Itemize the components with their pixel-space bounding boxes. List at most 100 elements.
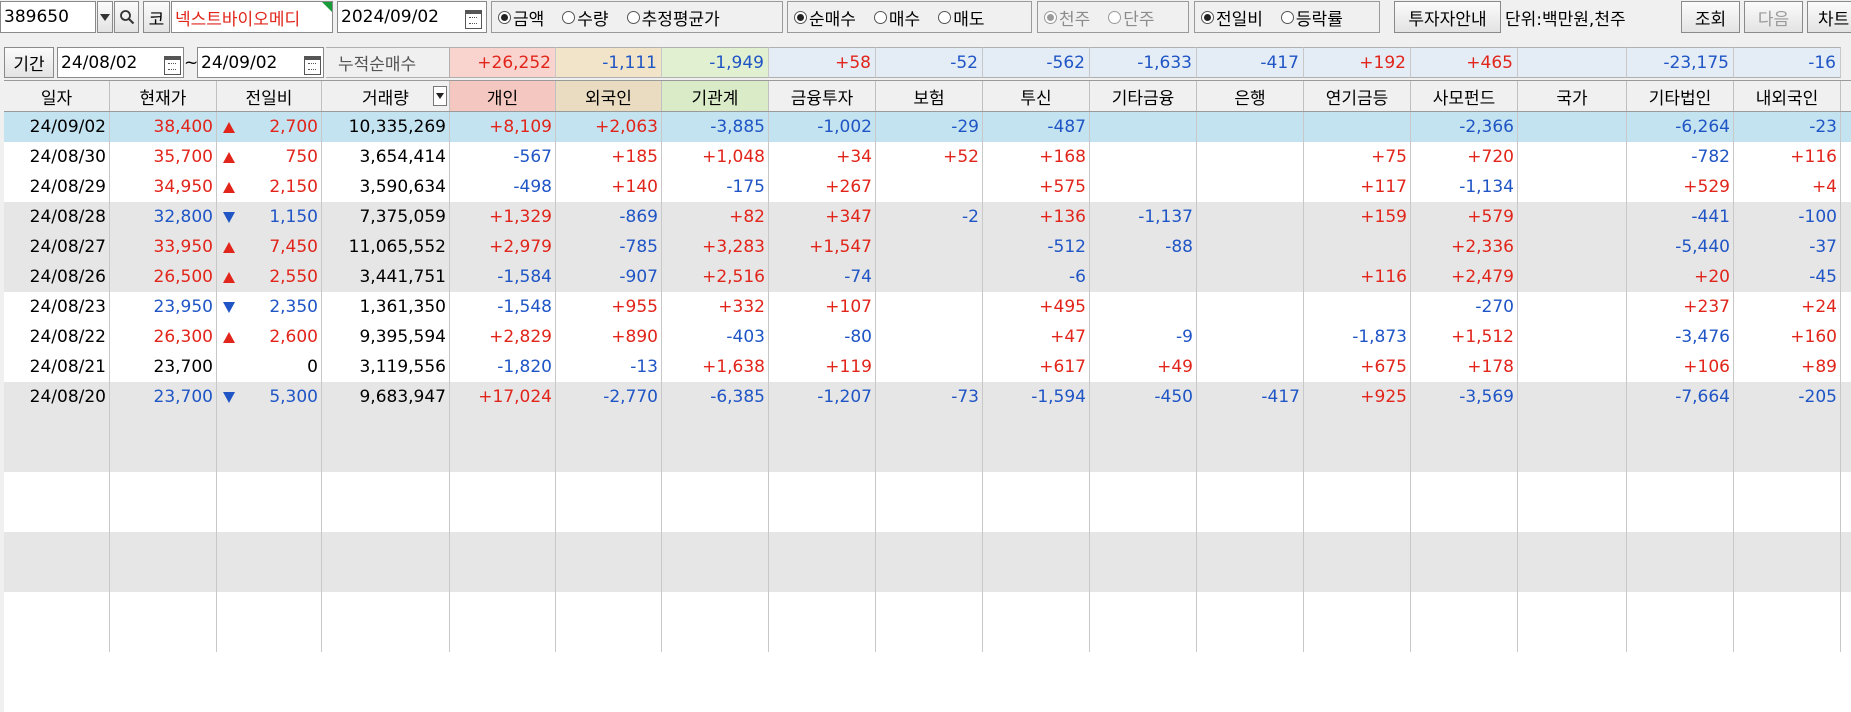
column-header[interactable]: 기관계 — [662, 81, 769, 111]
period-to-input[interactable]: 24/09/02 — [197, 47, 324, 78]
column-header[interactable]: 거래량 — [322, 81, 450, 111]
radio-dot-icon[interactable] — [498, 10, 511, 24]
radio-dot-icon[interactable] — [626, 10, 640, 24]
cell-value: 1,361,350 — [359, 297, 446, 317]
calendar-icon[interactable] — [462, 6, 484, 29]
cell-value: -417 — [1261, 387, 1300, 407]
radio-trade_type-0[interactable]: 순매수 — [794, 5, 856, 30]
empty-cell — [1304, 442, 1411, 472]
table-row[interactable]: 24/09/02 38,400 2,700 10,335,269 +8,109 +2,06… — [4, 112, 1851, 142]
table-row[interactable]: 24/08/21 23,700 0 3,119,556 -1,820 -13 +1,638 +… — [4, 352, 1851, 382]
radio-value_type-2[interactable]: 추정평균가 — [626, 5, 720, 30]
table-row[interactable]: 24/08/20 23,700 5,300 9,683,947 +17,024 -2,77… — [4, 382, 1851, 412]
radio-dot-icon[interactable] — [938, 10, 952, 24]
table-cell: +49 — [1090, 352, 1197, 382]
date-input[interactable]: 2024/09/02 — [337, 1, 487, 33]
column-header[interactable]: 기타법인 — [1627, 81, 1734, 111]
radio-dot-icon[interactable] — [1044, 10, 1057, 24]
radio-dot-icon[interactable] — [562, 10, 576, 24]
code-dropdown-button[interactable] — [97, 1, 113, 33]
empty-cell — [556, 562, 662, 592]
query-label: 조회 — [1694, 9, 1727, 30]
column-header[interactable]: 사모펀드 — [1411, 81, 1518, 111]
radio-value_type-0[interactable]: 금액 — [498, 5, 544, 30]
column-header[interactable]: 일자 — [4, 81, 110, 111]
stock-code-input[interactable]: 389650 — [0, 1, 96, 33]
radio-value_type-1[interactable]: 수량 — [562, 5, 609, 30]
table-header: 일자 현재가 전일비 거래량 개인 외국인 기관계 금융투자 보험 투신 기타금융 은행 연기금등 사모펀… — [4, 81, 1851, 112]
radio-trade_type-1[interactable]: 매수 — [873, 5, 920, 30]
table-cell: +237 — [1627, 292, 1734, 322]
table-row[interactable]: 24/08/30 35,700 750 3,654,414 -567 +185 +1,048… — [4, 142, 1851, 172]
empty-cell — [983, 472, 1090, 502]
empty-cell — [1090, 562, 1197, 592]
column-header-label: 거래량 — [362, 88, 409, 109]
column-header[interactable]: 현재가 — [110, 81, 217, 111]
chart-button[interactable]: 차트 — [1807, 1, 1851, 33]
empty-cell — [1627, 622, 1734, 652]
empty-cell — [1411, 562, 1518, 592]
radio-dot-icon[interactable] — [794, 10, 807, 24]
period-from-input[interactable]: 24/08/02 — [57, 47, 184, 78]
column-header[interactable]: 투신 — [983, 81, 1090, 111]
radio-label: 순매수 — [809, 9, 856, 30]
column-header[interactable]: 외국인 — [556, 81, 662, 111]
empty-cell — [1734, 442, 1841, 472]
table-row[interactable]: 24/08/26 26,500 2,550 3,441,751 -1,584 -907 +2… — [4, 262, 1851, 292]
radio-dot-icon[interactable] — [1108, 10, 1122, 24]
empty-cell — [450, 562, 556, 592]
radio-compare_type-1[interactable]: 등락률 — [1280, 5, 1343, 30]
table-row[interactable]: 24/08/22 26,300 2,600 9,395,594 +2,829 +890 -4… — [4, 322, 1851, 352]
calendar-icon[interactable] — [301, 52, 323, 75]
sort-dropdown-icon[interactable] — [433, 86, 447, 106]
empty-cell — [769, 592, 876, 622]
cell-value: 2,350 — [269, 297, 318, 317]
next-button[interactable]: 다음 — [1744, 1, 1803, 33]
column-header[interactable]: 전일비 — [217, 81, 322, 111]
radio-compare_type-0[interactable]: 전일비 — [1201, 5, 1263, 30]
empty-cell — [983, 562, 1090, 592]
query-button[interactable]: 조회 — [1681, 1, 1740, 33]
table-cell: 24/08/21 — [4, 352, 110, 382]
investor-guide-button[interactable]: 투자자안내 — [1394, 1, 1501, 33]
column-header-label: 일자 — [40, 88, 73, 109]
column-header[interactable]: 보험 — [876, 81, 983, 111]
table-cell: 1,361,350 — [322, 292, 450, 322]
table-row[interactable]: 24/08/27 33,950 7,450 11,065,552 +2,979 -785 +… — [4, 232, 1851, 262]
table-cell: 1,150 — [217, 202, 322, 232]
calendar-icon[interactable] — [161, 52, 183, 75]
cell-value: -100 — [1798, 207, 1837, 227]
cell-value: -6 — [1069, 267, 1086, 287]
table-cell: -1,584 — [450, 262, 556, 292]
cell-value: +495 — [1039, 297, 1086, 317]
radio-unit_type-0[interactable]: 천주 — [1044, 5, 1090, 30]
empty-cell — [1304, 622, 1411, 652]
column-header[interactable]: 금융투자 — [769, 81, 876, 111]
column-header[interactable]: 개인 — [450, 81, 556, 111]
table-row[interactable]: 24/08/29 34,950 2,150 3,590,634 -498 +140 -175… — [4, 172, 1851, 202]
table-row[interactable]: 24/08/23 23,950 2,350 1,361,350 -1,548 +955 +3… — [4, 292, 1851, 322]
investor-table[interactable]: 일자 현재가 전일비 거래량 개인 외국인 기관계 금융투자 보험 투신 기타금융 은행 연기금등 사모펀… — [4, 80, 1851, 712]
cell-value: +75 — [1371, 147, 1407, 167]
empty-cell — [450, 412, 556, 442]
cell-value: +140 — [611, 177, 658, 197]
value-type-group: 금액 수량 추정평균가 — [491, 1, 783, 33]
column-header[interactable]: 기타금융 — [1090, 81, 1197, 111]
radio-dot-icon[interactable] — [873, 10, 887, 24]
table-cell: 750 — [217, 142, 322, 172]
radio-dot-icon[interactable] — [1280, 10, 1294, 24]
search-button[interactable] — [114, 1, 139, 33]
column-header[interactable]: 연기금등 — [1304, 81, 1411, 111]
table-row[interactable]: 24/08/28 32,800 1,150 7,375,059 +1,329 -869 +8… — [4, 202, 1851, 232]
radio-dot-icon[interactable] — [1201, 10, 1214, 24]
cell-value: +47 — [1050, 327, 1086, 347]
empty-cell — [1411, 532, 1518, 562]
empty-cell — [322, 502, 450, 532]
column-header[interactable]: 은행 — [1197, 81, 1304, 111]
radio-unit_type-1[interactable]: 단주 — [1108, 5, 1155, 30]
column-header[interactable]: 국가 — [1518, 81, 1627, 111]
code-type-button[interactable]: 코 — [143, 1, 170, 33]
empty-cell — [662, 592, 769, 622]
column-header[interactable]: 내외국인 — [1734, 81, 1841, 111]
radio-trade_type-2[interactable]: 매도 — [938, 5, 984, 30]
